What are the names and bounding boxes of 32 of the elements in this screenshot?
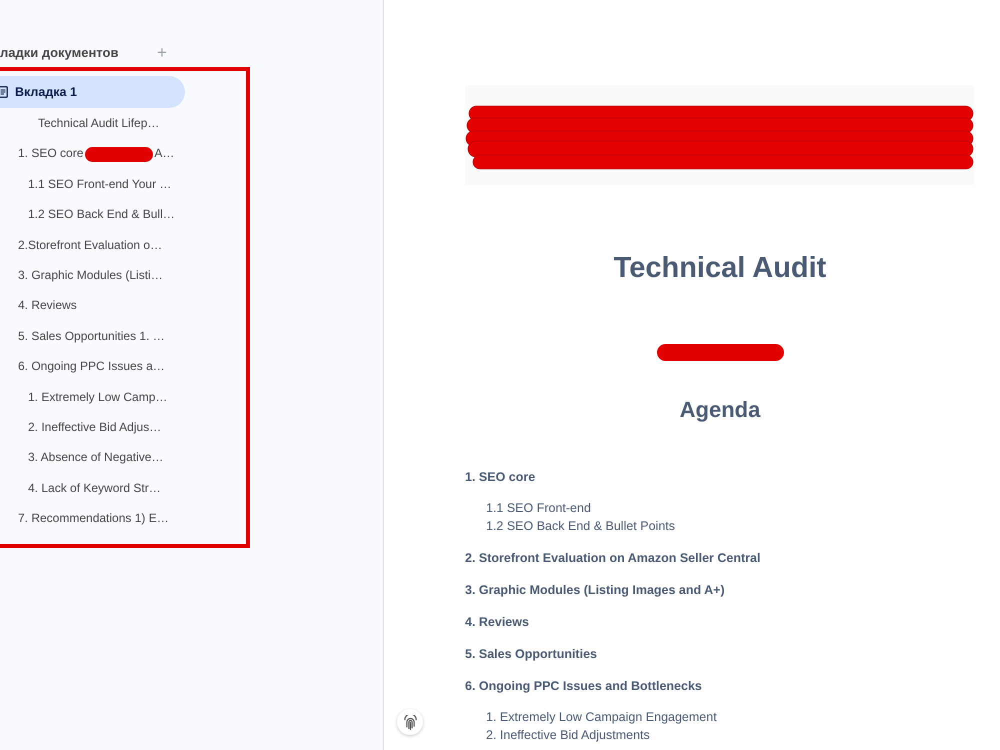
outline-item[interactable]: 1. SEO core A… bbox=[0, 138, 246, 169]
agenda-subitem: 1. Extremely Low Campaign Engagement bbox=[486, 709, 718, 726]
document-icon bbox=[0, 86, 8, 98]
outline-item[interactable]: 7. Recommendations 1) E… bbox=[0, 503, 246, 534]
agenda-heading: Agenda bbox=[678, 397, 762, 423]
outline-item[interactable]: 1. Extremely Low Camp… bbox=[0, 382, 246, 412]
outline-item[interactable]: 2. Ineffective Bid Adjus… bbox=[0, 412, 246, 442]
document-title: Technical Audit bbox=[612, 251, 828, 285]
outline-item[interactable]: 4. Lack of Keyword Str… bbox=[0, 472, 246, 504]
outline-item[interactable]: Technical Audit Lifep… bbox=[0, 108, 246, 138]
outline-item[interactable]: 1.1 SEO Front-end Your … bbox=[0, 168, 246, 200]
outline-item[interactable]: 5. Sales Opportunities 1. … bbox=[0, 320, 246, 352]
agenda-subitem: 1.1 SEO Front-end bbox=[486, 500, 592, 517]
agenda-item: 3. Graphic Modules (Listing Images and A+) bbox=[465, 582, 726, 599]
outline-item[interactable]: 2.Storefront Evaluation o… bbox=[0, 230, 246, 260]
tab-item[interactable]: Вкладка 1 bbox=[0, 76, 185, 108]
redaction-mark bbox=[85, 146, 154, 162]
agenda-item: 4. Reviews bbox=[465, 614, 530, 631]
outline-item[interactable]: 6. Ongoing PPC Issues a… bbox=[0, 351, 246, 382]
sidebar-title: ладки документов bbox=[0, 44, 118, 62]
agenda-item: 2. Storefront Evaluation on Amazon Seller Central bbox=[465, 550, 762, 567]
agenda-item: 6. Ongoing PPC Issues and Bottlenecks bbox=[465, 678, 703, 695]
fingerprint-button[interactable] bbox=[397, 709, 423, 735]
outline-item[interactable]: 3. Absence of Negative… bbox=[0, 442, 246, 473]
fingerprint-icon bbox=[404, 714, 416, 730]
agenda-subitem: 1.2 SEO Back End & Bullet Points bbox=[486, 518, 676, 535]
outline-item[interactable]: 3. Graphic Modules (Listi… bbox=[0, 260, 246, 290]
agenda-item: 1. SEO core bbox=[465, 469, 536, 486]
outline-item[interactable]: 1.2 SEO Back End & Bull… bbox=[0, 199, 246, 230]
agenda-item: 5. Sales Opportunities bbox=[465, 646, 598, 663]
agenda-subitem: 2. Ineffective Bid Adjustments bbox=[486, 727, 651, 744]
outline-item[interactable]: 4. Reviews bbox=[0, 290, 246, 321]
